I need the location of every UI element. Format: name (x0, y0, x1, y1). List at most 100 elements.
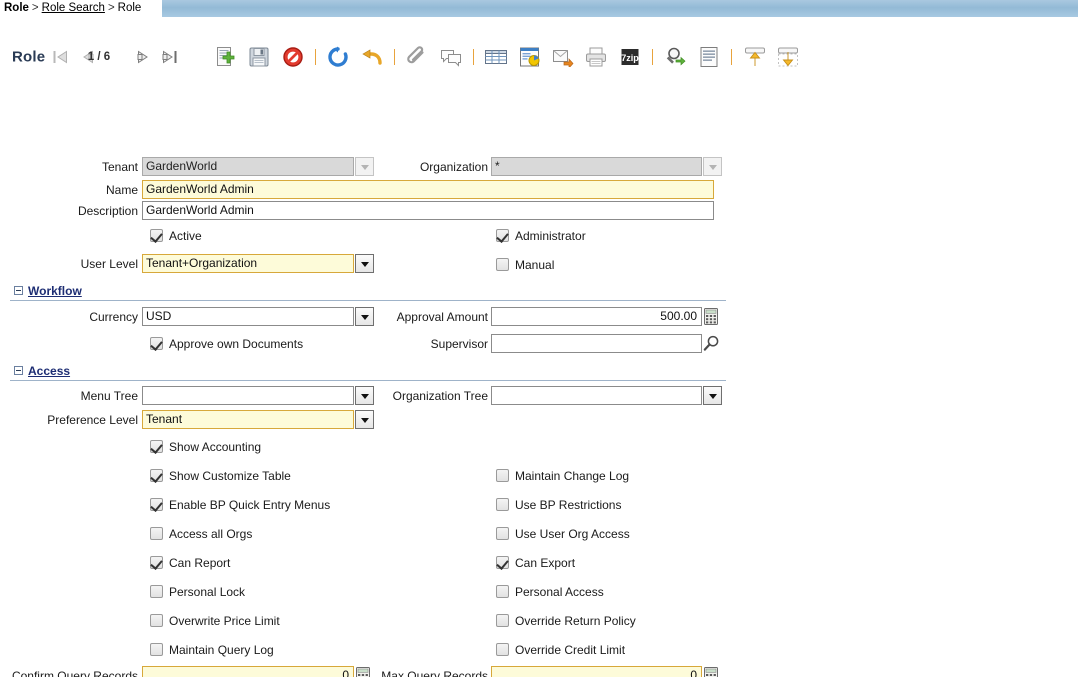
checkbox-show-accounting[interactable] (150, 440, 163, 454)
checkbox-personal-access[interactable] (496, 585, 509, 599)
detail-record-icon[interactable] (776, 45, 800, 69)
checkbox-show-customize-table[interactable] (150, 469, 163, 483)
last-record-button[interactable] (161, 48, 179, 66)
max-query-records-field[interactable]: 0 (491, 666, 702, 677)
breadcrumb-link-role-search[interactable]: Role Search (42, 2, 105, 14)
checkbox-use-bp-restrictions[interactable] (496, 498, 509, 512)
label-description: Description (77, 204, 138, 218)
new-record-icon[interactable] (214, 45, 238, 69)
report-icon[interactable] (518, 45, 542, 69)
approve-own-documents-checkbox-row[interactable]: Approve own Documents (150, 336, 303, 354)
checkbox-overwrite-price-limit[interactable] (150, 614, 163, 628)
checkbox-personal-lock[interactable] (150, 585, 163, 599)
active-workflow-icon[interactable] (697, 45, 721, 69)
delete-icon[interactable] (281, 45, 305, 69)
checkbox-row-can-export[interactable]: Can Export (496, 555, 575, 573)
organization-dropdown-button (703, 157, 722, 176)
checkbox-row-use-user-org-access[interactable]: Use User Org Access (496, 526, 630, 544)
record-position: 1 / 6 (87, 51, 111, 63)
checkbox-row-can-report[interactable]: Can Report (150, 555, 230, 573)
checkbox-row-enable-bp-quick-entry-menus[interactable]: Enable BP Quick Entry Menus (150, 497, 330, 515)
organization-tree-dropdown-button[interactable] (703, 386, 722, 405)
chat-icon[interactable] (439, 45, 463, 69)
parent-record-icon[interactable] (743, 45, 767, 69)
checkbox-row-show-customize-table[interactable]: Show Customize Table (150, 468, 291, 486)
approve-own-documents-checkbox[interactable] (150, 337, 163, 351)
preference-level-dropdown-button[interactable] (355, 410, 374, 429)
organization-tree-field[interactable] (491, 386, 702, 405)
checkbox-row-maintain-query-log[interactable]: Maintain Query Log (150, 642, 274, 660)
zip-export-icon[interactable]: 7zip (618, 45, 642, 69)
zoom-across-icon[interactable] (664, 45, 688, 69)
checkbox-enable-bp-quick-entry-menus[interactable] (150, 498, 163, 512)
record-navigation-forward (136, 48, 179, 66)
window-title: Role (12, 48, 46, 66)
label-maintain-change-log: Maintain Change Log (515, 468, 630, 483)
checkbox-row-personal-access[interactable]: Personal Access (496, 584, 604, 602)
organization-field: * (491, 157, 702, 176)
print-icon[interactable] (584, 45, 608, 69)
grid-toggle-icon[interactable] (484, 45, 508, 69)
approval-amount-calculator-icon[interactable] (704, 308, 718, 325)
description-field[interactable]: GardenWorld Admin (142, 201, 714, 220)
checkbox-use-user-org-access[interactable] (496, 527, 509, 541)
menu-tree-field[interactable] (142, 386, 354, 405)
access-section-title: Access (28, 363, 71, 378)
label-can-export: Can Export (515, 555, 576, 570)
access-section-divider (10, 380, 726, 381)
label-show-accounting: Show Accounting (169, 439, 262, 454)
checkbox-row-use-bp-restrictions[interactable]: Use BP Restrictions (496, 497, 621, 515)
toolbar-separator (315, 49, 317, 65)
toolbar-separator (731, 49, 733, 65)
checkbox-row-access-all-orgs[interactable]: Access all Orgs (150, 526, 252, 544)
label-currency: Currency (89, 310, 138, 324)
checkbox-access-all-orgs[interactable] (150, 527, 163, 541)
user-level-field[interactable]: Tenant+Organization (142, 254, 354, 273)
access-collapse-icon[interactable] (14, 366, 23, 376)
confirm-query-records-field[interactable]: 0 (142, 666, 354, 677)
manual-checkbox-row[interactable]: Manual (496, 257, 554, 275)
toolbar-separator (394, 49, 396, 65)
undo-icon[interactable] (360, 45, 384, 69)
active-checkbox[interactable] (150, 229, 163, 243)
currency-field[interactable]: USD (142, 307, 354, 326)
user-level-dropdown-button[interactable] (355, 254, 374, 273)
checkbox-override-return-policy[interactable] (496, 614, 509, 628)
checkbox-row-overwrite-price-limit[interactable]: Overwrite Price Limit (150, 613, 280, 631)
supervisor-search-icon[interactable] (703, 335, 720, 352)
administrator-checkbox[interactable] (496, 229, 509, 243)
workflow-section-header[interactable]: Workflow (14, 283, 82, 301)
checkbox-row-show-accounting[interactable]: Show Accounting (150, 439, 261, 457)
manual-checkbox[interactable] (496, 258, 509, 272)
active-checkbox-row[interactable]: Active (150, 228, 202, 246)
refresh-icon[interactable] (326, 45, 350, 69)
checkbox-can-report[interactable] (150, 556, 163, 570)
workflow-collapse-icon[interactable] (14, 286, 23, 296)
first-record-button[interactable] (52, 48, 70, 66)
checkbox-maintain-query-log[interactable] (150, 643, 163, 657)
next-record-button[interactable] (136, 48, 154, 66)
checkbox-row-override-credit-limit[interactable]: Override Credit Limit (496, 642, 625, 660)
checkbox-override-credit-limit[interactable] (496, 643, 509, 657)
approval-amount-field[interactable]: 500.00 (491, 307, 702, 326)
name-field[interactable]: GardenWorld Admin (142, 180, 714, 199)
checkbox-can-export[interactable] (496, 556, 509, 570)
attachment-icon[interactable] (405, 45, 429, 69)
archive-icon[interactable] (551, 45, 575, 69)
checkbox-row-maintain-change-log[interactable]: Maintain Change Log (496, 468, 629, 486)
label-max-query-records: Max Query Records (381, 669, 488, 677)
supervisor-field[interactable] (491, 334, 702, 353)
preference-level-field[interactable]: Tenant (142, 410, 354, 429)
label-approval-amount: Approval Amount (396, 310, 488, 324)
save-icon[interactable] (247, 45, 271, 69)
checkbox-row-personal-lock[interactable]: Personal Lock (150, 584, 245, 602)
checkbox-row-override-return-policy[interactable]: Override Return Policy (496, 613, 636, 631)
administrator-checkbox-row[interactable]: Administrator (496, 228, 586, 246)
checkbox-maintain-change-log[interactable] (496, 469, 509, 483)
max-query-records-calculator-icon[interactable] (704, 667, 718, 677)
label-personal-lock: Personal Lock (169, 584, 246, 599)
label-use-user-org-access: Use User Org Access (515, 526, 630, 541)
label-confirm-query-records: Confirm Query Records (11, 669, 138, 677)
toolbar-separator (473, 49, 475, 65)
access-section-header[interactable]: Access (14, 363, 70, 381)
